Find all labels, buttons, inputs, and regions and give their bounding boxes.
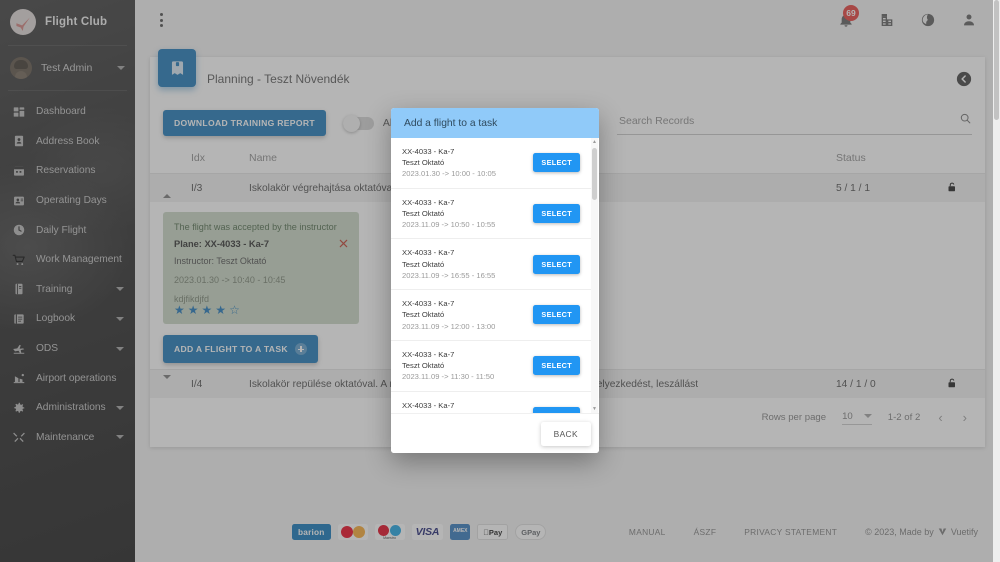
flight-datetime: 2023.11.09 -> 11:30 - 11:50 — [402, 371, 494, 382]
select-flight-button[interactable]: SELECT — [533, 356, 580, 375]
flight-list-item[interactable]: XX-4033 - Ka-7Teszt Oktató2023.11.09 -> … — [391, 392, 591, 413]
flight-list: XX-4033 - Ka-7Teszt Oktató2023.01.30 -> … — [391, 138, 591, 413]
scrollbar-thumb[interactable] — [592, 148, 597, 200]
flight-list-item[interactable]: XX-4033 - Ka-7Teszt Oktató2023.11.09 -> … — [391, 189, 591, 240]
select-flight-button[interactable]: SELECT — [533, 305, 580, 324]
select-flight-button[interactable]: SELECT — [533, 204, 580, 223]
app-root: Flight Club Test Admin DashboardAddress … — [0, 0, 1000, 562]
flight-list-item[interactable]: XX-4033 - Ka-7Teszt Oktató2023.11.09 -> … — [391, 341, 591, 392]
flight-instructor: Teszt Oktató — [402, 208, 495, 219]
flight-datetime: 2023.11.09 -> 16:55 - 16:55 — [402, 270, 495, 281]
add-flight-modal: Add a flight to a task XX-4033 - Ka-7Tes… — [391, 108, 599, 453]
flight-info: XX-4033 - Ka-7Teszt Oktató2023.11.09 -> … — [402, 349, 494, 383]
select-flight-button[interactable]: SELECT — [533, 407, 580, 413]
flight-instructor: Teszt Oktató — [402, 259, 495, 270]
modal-scrollbar[interactable]: ▲ ▼ — [591, 138, 598, 413]
flight-info: XX-4033 - Ka-7Teszt Oktató2023.11.09 -> … — [402, 400, 494, 413]
page-scrollbar-thumb[interactable] — [994, 0, 999, 120]
flight-instructor: Teszt Oktató — [402, 157, 496, 168]
modal-body: XX-4033 - Ka-7Teszt Oktató2023.01.30 -> … — [391, 138, 599, 413]
select-flight-button[interactable]: SELECT — [533, 153, 580, 172]
flight-instructor: Teszt Oktató — [402, 411, 494, 413]
flight-instructor: Teszt Oktató — [402, 360, 494, 371]
flight-info: XX-4033 - Ka-7Teszt Oktató2023.01.30 -> … — [402, 146, 496, 180]
flight-datetime: 2023.01.30 -> 10:00 - 10:05 — [402, 168, 496, 179]
flight-plane: XX-4033 - Ka-7 — [402, 197, 495, 208]
flight-info: XX-4033 - Ka-7Teszt Oktató2023.11.09 -> … — [402, 197, 495, 231]
flight-info: XX-4033 - Ka-7Teszt Oktató2023.11.09 -> … — [402, 247, 495, 281]
flight-plane: XX-4033 - Ka-7 — [402, 349, 494, 360]
scroll-down-icon[interactable]: ▼ — [592, 406, 597, 412]
flight-list-item[interactable]: XX-4033 - Ka-7Teszt Oktató2023.11.09 -> … — [391, 239, 591, 290]
flight-plane: XX-4033 - Ka-7 — [402, 298, 495, 309]
flight-plane: XX-4033 - Ka-7 — [402, 400, 494, 411]
flight-datetime: 2023.11.09 -> 12:00 - 13:00 — [402, 321, 495, 332]
select-flight-button[interactable]: SELECT — [533, 255, 580, 274]
flight-plane: XX-4033 - Ka-7 — [402, 247, 495, 258]
scroll-up-icon[interactable]: ▲ — [592, 139, 597, 145]
modal-footer: BACK — [391, 413, 599, 453]
flight-list-item[interactable]: XX-4033 - Ka-7Teszt Oktató2023.11.09 -> … — [391, 290, 591, 341]
modal-title: Add a flight to a task — [391, 108, 599, 138]
back-button[interactable]: BACK — [541, 422, 591, 446]
flight-list-item[interactable]: XX-4033 - Ka-7Teszt Oktató2023.01.30 -> … — [391, 138, 591, 189]
flight-datetime: 2023.11.09 -> 10:50 - 10:55 — [402, 219, 495, 230]
flight-plane: XX-4033 - Ka-7 — [402, 146, 496, 157]
flight-info: XX-4033 - Ka-7Teszt Oktató2023.11.09 -> … — [402, 298, 495, 332]
page-scrollbar[interactable] — [993, 0, 1000, 562]
flight-instructor: Teszt Oktató — [402, 309, 495, 320]
